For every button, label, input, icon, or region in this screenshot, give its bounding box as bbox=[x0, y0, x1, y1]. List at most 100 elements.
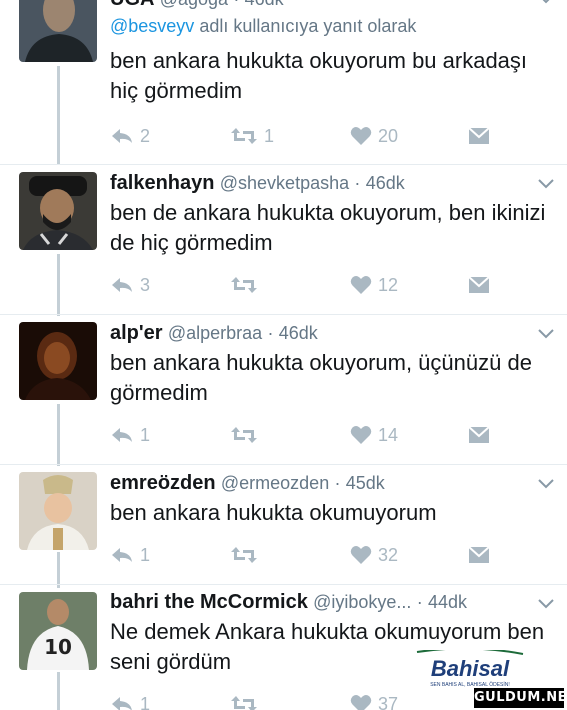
like-button[interactable]: 20 bbox=[350, 124, 398, 148]
tweet-actions: 1 32 bbox=[110, 543, 550, 567]
display-name[interactable]: UGA bbox=[110, 0, 154, 10]
display-name[interactable]: emreözden bbox=[110, 472, 216, 494]
like-count: 14 bbox=[378, 424, 399, 445]
envelope-icon bbox=[468, 546, 490, 564]
tweet-text: ben ankara hukukta okuyorum, üçünüzü de … bbox=[110, 350, 532, 405]
bahisal-watermark: Bahisal SEN BAHIS AL, BAHISAL ÖDESİN! bbox=[415, 647, 525, 690]
heart-icon bbox=[350, 545, 372, 565]
like-count: 37 bbox=[378, 693, 399, 710]
avatar[interactable] bbox=[19, 322, 97, 400]
retweet-button[interactable] bbox=[230, 543, 264, 567]
chevron-down-icon[interactable] bbox=[536, 327, 556, 341]
heart-icon bbox=[350, 126, 372, 146]
site-watermark: GULDUM.NET bbox=[474, 688, 567, 708]
tweet-text: ben ankara hukukta okuyorum bu arkadaşı … bbox=[110, 48, 528, 103]
envelope-icon bbox=[468, 426, 490, 444]
direct-message-button[interactable] bbox=[468, 124, 490, 148]
retweet-icon bbox=[230, 425, 258, 445]
heart-icon bbox=[350, 275, 372, 295]
retweet-icon bbox=[230, 545, 258, 565]
reply-count: 1 bbox=[140, 693, 151, 710]
like-count: 32 bbox=[378, 544, 399, 565]
retweet-button[interactable] bbox=[230, 423, 264, 447]
chevron-down-icon[interactable] bbox=[536, 597, 556, 611]
tweet-text: ben ankara hukukta okumuyorum bbox=[110, 500, 437, 525]
avatar[interactable]: 10 bbox=[19, 592, 97, 670]
reply-context: @besveyv adlı kullanıcıya yanıt olarak bbox=[110, 16, 416, 37]
reply-button[interactable]: 1 bbox=[110, 423, 150, 447]
chevron-down-icon[interactable] bbox=[536, 0, 556, 6]
avatar[interactable] bbox=[19, 472, 97, 550]
username[interactable]: @agoga bbox=[160, 0, 228, 9]
username[interactable]: @ermeozden bbox=[221, 473, 329, 493]
svg-text:10: 10 bbox=[44, 635, 72, 659]
like-button[interactable]: 32 bbox=[350, 543, 398, 567]
retweet-icon bbox=[230, 694, 258, 710]
avatar[interactable] bbox=[19, 172, 97, 250]
like-button[interactable]: 12 bbox=[350, 273, 398, 297]
tweet-header: alp'er @alperbraa · 46dk bbox=[110, 322, 318, 345]
tweet-header: UGA @agoga · 46dk bbox=[110, 0, 284, 11]
tweet-actions: 3 12 bbox=[110, 273, 550, 297]
direct-message-button[interactable] bbox=[468, 423, 490, 447]
bahisal-tagline: SEN BAHIS AL, BAHISAL ÖDESİN! bbox=[430, 681, 510, 688]
reply-button[interactable]: 1 bbox=[110, 543, 150, 567]
separator: · bbox=[334, 473, 341, 493]
username[interactable]: @alperbraa bbox=[168, 323, 262, 343]
tweet[interactable]: emreözden @ermeozden · 45dk ben ankara h… bbox=[0, 465, 567, 583]
tweet[interactable]: falkenhayn @shevketpasha · 46dk ben de a… bbox=[0, 165, 567, 313]
retweet-count: 1 bbox=[264, 125, 275, 146]
username[interactable]: @iyibokye... bbox=[313, 592, 411, 612]
direct-message-button[interactable] bbox=[468, 273, 490, 297]
retweet-button[interactable] bbox=[230, 692, 264, 710]
tweet[interactable]: UGA @agoga · 46dk @besveyv adlı kullanıc… bbox=[0, 0, 567, 164]
like-count: 20 bbox=[378, 125, 399, 146]
tweet-header: emreözden @ermeozden · 45dk bbox=[110, 472, 385, 495]
reply-count: 2 bbox=[140, 125, 151, 146]
tweet-header: bahri the McCormick @iyibokye... · 44dk bbox=[110, 591, 467, 614]
reply-button[interactable]: 3 bbox=[110, 273, 150, 297]
retweet-button[interactable]: 1 bbox=[230, 124, 274, 148]
tweet-header: falkenhayn @shevketpasha · 46dk bbox=[110, 172, 405, 195]
reply-mention[interactable]: @besveyv bbox=[110, 16, 194, 36]
tweet-text: ben de ankara hukukta okuyorum, ben ikin… bbox=[110, 200, 546, 255]
timestamp[interactable]: 45dk bbox=[346, 473, 385, 493]
separator: · bbox=[267, 323, 274, 343]
tweet[interactable]: alp'er @alperbraa · 46dk ben ankara huku… bbox=[0, 315, 567, 463]
direct-message-button[interactable] bbox=[468, 543, 490, 567]
timestamp[interactable]: 46dk bbox=[279, 323, 318, 343]
reply-count: 1 bbox=[140, 544, 151, 565]
reply-icon bbox=[110, 127, 134, 145]
reply-context-text: adlı kullanıcıya yanıt olarak bbox=[194, 16, 417, 36]
reply-icon bbox=[110, 695, 134, 710]
timestamp[interactable]: 46dk bbox=[366, 173, 405, 193]
display-name[interactable]: falkenhayn bbox=[110, 172, 214, 194]
chevron-down-icon[interactable] bbox=[536, 177, 556, 191]
retweet-icon bbox=[230, 275, 258, 295]
envelope-icon bbox=[468, 276, 490, 294]
username[interactable]: @shevketpasha bbox=[220, 173, 349, 193]
avatar[interactable] bbox=[19, 0, 97, 62]
tweet-actions: 1 14 bbox=[110, 423, 550, 447]
heart-icon bbox=[350, 425, 372, 445]
reply-count: 3 bbox=[140, 274, 151, 295]
display-name[interactable]: alp'er bbox=[110, 322, 163, 344]
separator: · bbox=[416, 592, 423, 612]
separator: · bbox=[233, 0, 239, 9]
like-button[interactable]: 37 bbox=[350, 692, 398, 710]
separator: · bbox=[354, 173, 361, 193]
reply-button[interactable]: 2 bbox=[110, 124, 150, 148]
timestamp[interactable]: 44dk bbox=[428, 592, 467, 612]
heart-icon bbox=[350, 694, 372, 710]
retweet-button[interactable] bbox=[230, 273, 264, 297]
retweet-icon bbox=[230, 126, 258, 146]
reply-icon bbox=[110, 426, 134, 444]
chevron-down-icon[interactable] bbox=[536, 477, 556, 491]
reply-icon bbox=[110, 546, 134, 564]
like-button[interactable]: 14 bbox=[350, 423, 398, 447]
timestamp[interactable]: 46dk bbox=[245, 0, 284, 9]
tweet-actions: 2 1 20 bbox=[110, 124, 550, 148]
reply-icon bbox=[110, 276, 134, 294]
reply-button[interactable]: 1 bbox=[110, 692, 150, 710]
display-name[interactable]: bahri the McCormick bbox=[110, 591, 308, 613]
